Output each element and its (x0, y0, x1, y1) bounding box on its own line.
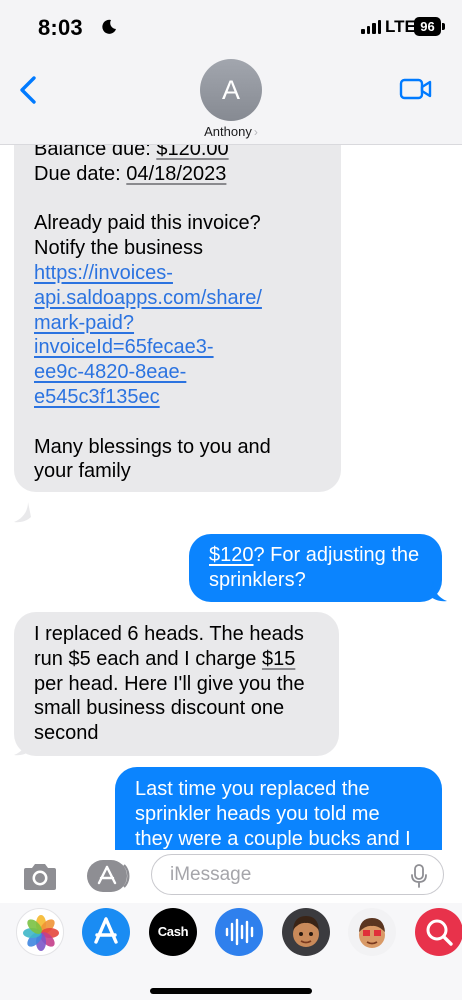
outgoing-message-last-time[interactable]: Last time you replaced the sprinkler hea… (115, 767, 442, 850)
network-type: LTE (385, 17, 416, 36)
contact-name[interactable]: Anthony › (0, 124, 462, 139)
cash-app-icon[interactable]: Cash (149, 908, 197, 956)
contact-avatar[interactable]: A (200, 59, 262, 121)
status-time: 8:03 (38, 15, 83, 40)
contact-chevron-icon: › (253, 125, 258, 139)
home-indicator[interactable] (150, 988, 312, 994)
web-search-icon[interactable] (415, 908, 462, 956)
incoming-tail-2 (14, 735, 31, 756)
camera-icon[interactable] (20, 861, 60, 893)
battery-tip (442, 23, 445, 30)
microphone-icon[interactable] (409, 863, 429, 889)
voice-memo-icon[interactable] (215, 908, 263, 956)
closing-line-2: your family (34, 460, 131, 483)
battery-icon: 96 (414, 17, 441, 36)
status-bar: 8:03 LTE 96 (0, 0, 462, 56)
cellular-signal-icon (361, 20, 381, 34)
photos-icon[interactable] (16, 908, 64, 956)
compose-bar: iMessage (0, 850, 462, 903)
paid-question: Already paid this invoice? (34, 212, 261, 235)
imessage-input[interactable]: iMessage (151, 854, 444, 895)
amount-link: $120 (209, 544, 254, 566)
back-chevron-icon[interactable] (14, 70, 44, 110)
notify-text: Notify the business (34, 237, 203, 260)
due-date-line: Due date: 04/18/2023 (34, 162, 227, 185)
app-store-drawer-icon[interactable] (86, 859, 132, 893)
mark-paid-link[interactable]: https://invoices- api.saldoapps.com/shar… (34, 261, 321, 410)
video-call-icon[interactable] (399, 76, 433, 102)
memoji-icon[interactable] (282, 908, 330, 956)
outgoing-tail (430, 581, 447, 602)
closing-line-1: Many blessings to you and (34, 435, 271, 458)
app-drawer: Cash (0, 903, 462, 1000)
app-store-icon[interactable] (82, 908, 130, 956)
imessage-placeholder: iMessage (170, 864, 252, 885)
focus-moon-icon (102, 19, 116, 34)
incoming-message-heads[interactable]: I replaced 6 heads. The heads run $5 eac… (14, 612, 339, 756)
outgoing-message-question[interactable]: $120? For adjusting the sprinklers? (189, 534, 442, 602)
stickers-icon[interactable] (348, 908, 396, 956)
incoming-message-invoice[interactable]: 9f34-cf4ec0c07a28 Balance due: $120.00 D… (14, 100, 341, 493)
incoming-tail (14, 502, 31, 523)
